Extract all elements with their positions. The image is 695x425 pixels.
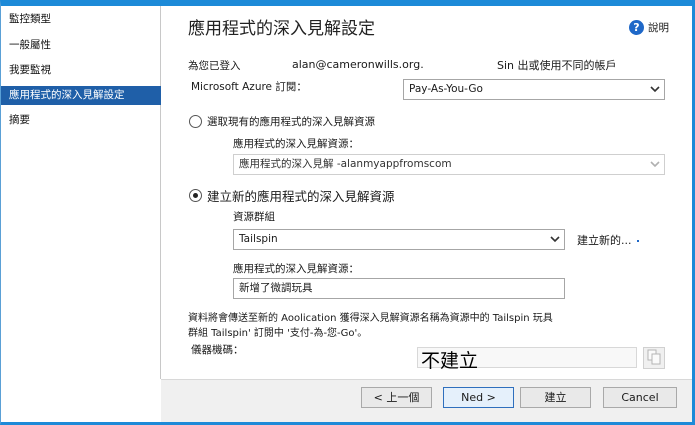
wizard-sidebar: 監控類型 一般屬性 我要監視 應用程式的深入見解設定 摘要 [1, 6, 161, 379]
existing-resource-radio[interactable]: 選取現有的應用程式的深入見解資源 [189, 114, 375, 129]
create-button[interactable]: 建立 [520, 387, 591, 408]
copy-button[interactable] [643, 347, 665, 369]
help-icon: ? [629, 20, 644, 35]
create-new-resource-radio[interactable]: 建立新的應用程式的深入見解資源 [189, 186, 395, 205]
resource-group-value: Tailspin [239, 233, 278, 245]
existing-radio-label: 選取現有的應用程式的深入見解資源 [207, 116, 375, 128]
chevron-down-icon [649, 81, 661, 98]
copy-icon [647, 349, 661, 368]
sidebar-item-summary[interactable]: 摘要 [1, 111, 161, 130]
chevron-down-icon [649, 156, 661, 173]
page-title: 應用程式的深入見解設定 [188, 19, 375, 39]
instrumentation-key-value: 不建立 [421, 350, 479, 372]
existing-resource-label: 應用程式的深入見解資源： [233, 138, 359, 150]
account-email: alan@cameronwills.org. [292, 58, 424, 71]
instrumentation-key-label: 儀器機碼： [191, 344, 244, 356]
new-resource-label: 應用程式的深入見解資源： [233, 263, 359, 275]
resource-group-label: 資源群組 [233, 211, 275, 223]
create-new-radio-label: 建立新的應用程式的深入見解資源 [207, 189, 395, 204]
subscription-select[interactable]: Pay-As-You-Go [403, 79, 665, 100]
subscription-label: Microsoft Azure 訂閱： [191, 81, 307, 93]
sidebar-item-monitor-type[interactable]: 監控類型 [1, 10, 161, 29]
existing-radio-button[interactable] [189, 115, 202, 128]
create-new-radio-button[interactable] [189, 189, 202, 202]
create-new-group-link[interactable]: 建立新的... [577, 232, 632, 248]
existing-resource-select[interactable]: 應用程式的深入見解 -alanmyappfromscom [233, 154, 665, 175]
next-button[interactable]: Ned > [443, 387, 514, 408]
resource-group-select[interactable]: Tailspin [233, 229, 565, 250]
chevron-down-icon [549, 231, 561, 248]
signed-in-label: 為您已登入 [188, 60, 241, 72]
sidebar-item-general-properties[interactable]: 一般屬性 [1, 36, 161, 55]
sidebar-item-app-insights-settings[interactable]: 應用程式的深入見解設定 [1, 86, 161, 105]
previous-button[interactable]: < 上一個 [361, 387, 432, 408]
subscription-value: Pay-As-You-Go [409, 83, 483, 95]
new-resource-name-input[interactable]: 新增了微調玩具 [233, 278, 565, 299]
existing-resource-value: 應用程式的深入見解 -alanmyappfromscom [239, 158, 452, 170]
info-message: 資料將會傳送至新的 Aoolication 獲得深入見解資源名稱為資源中的 Ta… [188, 313, 553, 339]
switch-account-link[interactable]: Sin 出或使用不同的帳戶 [497, 57, 617, 73]
cancel-button[interactable]: Cancel [603, 387, 677, 408]
help-label: 說明 [648, 22, 669, 34]
help-link[interactable]: ? 說明 [629, 20, 669, 35]
link-dot [637, 240, 639, 242]
sidebar-item-what-to-monitor[interactable]: 我要監視 [1, 61, 161, 80]
